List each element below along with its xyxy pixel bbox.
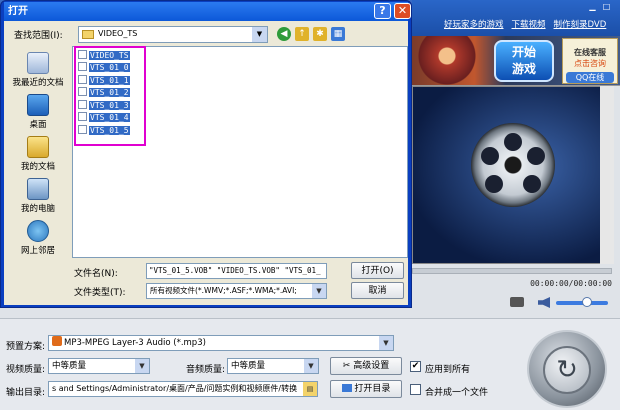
highlight-box	[74, 46, 146, 146]
up-folder-icon[interactable]: ↑	[295, 27, 309, 41]
cancel-button[interactable]: 取消	[351, 282, 404, 299]
video-quality-select[interactable]: 中等质量 ▼	[48, 358, 150, 374]
back-icon[interactable]: ◀	[277, 27, 291, 41]
app-top-links: 好玩家多的游戏 下载视频 制作刻录DVD	[444, 18, 620, 32]
filename-label: 文件名(N):	[74, 269, 118, 279]
online-service-box[interactable]: 在线客服 点击咨询 QQ在线	[562, 38, 618, 84]
my-computer-icon	[27, 178, 49, 200]
preset-value: MP3-MPEG Layer-3 Audio (*.mp3)	[64, 338, 206, 348]
merge-label: 合并成一个文件	[425, 388, 489, 398]
chevron-down-icon[interactable]: ▼	[379, 336, 393, 350]
lookin-label: 查找范围(I):	[14, 31, 63, 41]
chevron-down-icon[interactable]: ▼	[312, 284, 326, 298]
advanced-settings-button[interactable]: ✂ 高级设置	[330, 357, 402, 375]
lookin-select[interactable]: VIDEO_TS ▼	[78, 26, 268, 43]
filetype-value: 所有视频文件(*.WMV;*.ASF;*.WMA;*.AVI;	[150, 286, 297, 295]
chevron-down-icon[interactable]: ▼	[304, 359, 318, 373]
open-button[interactable]: 打开(O)	[351, 262, 404, 279]
volume-slider-knob[interactable]	[582, 297, 592, 307]
tools-icon: ✂	[342, 361, 351, 371]
place-recent[interactable]: 我最近的文档	[6, 52, 70, 88]
qq-online-button[interactable]: QQ在线	[566, 72, 614, 83]
my-documents-icon	[27, 136, 49, 158]
filename-input[interactable]: "VTS_01_5.VOB" "VIDEO_TS.VOB" "VTS_01_	[146, 263, 327, 279]
apply-all-label: 应用到所有	[425, 365, 471, 375]
output-dir-label: 输出目录:	[6, 388, 46, 398]
folder-icon	[341, 384, 352, 392]
place-my-documents[interactable]: 我的文档	[6, 136, 70, 172]
audio-quality-value: 中等质量	[231, 361, 266, 371]
video-preview	[412, 86, 612, 264]
audio-format-icon	[52, 336, 62, 346]
ask-here-label[interactable]: 点击咨询	[563, 58, 617, 69]
desktop-icon	[27, 94, 49, 116]
filetype-select[interactable]: 所有视频文件(*.WMV;*.ASF;*.WMA;*.AVI; ▼	[146, 283, 327, 299]
new-folder-icon[interactable]: ✱	[313, 27, 327, 41]
lookin-value: VIDEO_TS	[98, 29, 138, 38]
preset-select[interactable]: MP3-MPEG Layer-3 Audio (*.mp3) ▼	[48, 335, 394, 351]
output-dir-value: s and Settings/Administrator/桌面/产品/问题实例和…	[52, 384, 298, 393]
timecode: 00:00:00/00:00:00	[530, 279, 612, 288]
video-quality-value: 中等质量	[52, 361, 87, 371]
ad-banner[interactable]: 开始 游戏 在线客服 点击咨询 QQ在线	[412, 36, 620, 86]
preview-side-strip	[600, 86, 614, 264]
recent-documents-icon	[27, 52, 49, 74]
refresh-arrow-icon: ↻	[543, 346, 591, 394]
minimize-icon[interactable]: ▁	[588, 3, 597, 11]
place-my-computer[interactable]: 我的电脑	[6, 178, 70, 214]
preset-label: 预置方案:	[6, 342, 46, 352]
open-directory-button[interactable]: 打开目录	[330, 380, 402, 398]
chevron-down-icon[interactable]: ▼	[252, 27, 267, 42]
player-controls	[412, 295, 612, 311]
volume-icon[interactable]	[538, 297, 550, 308]
folder-icon[interactable]: ▤	[303, 382, 317, 396]
filetype-label: 文件类型(T):	[74, 288, 126, 298]
network-icon	[27, 220, 49, 242]
output-dir-input[interactable]: s and Settings/Administrator/桌面/产品/问题实例和…	[48, 381, 318, 397]
dialog-title: 打开	[4, 2, 408, 21]
seek-bar[interactable]	[412, 268, 612, 274]
snapshot-camera-icon[interactable]	[510, 297, 524, 307]
close-button[interactable]: ✕	[394, 3, 411, 19]
maximize-icon[interactable]: □	[602, 3, 611, 11]
video-quality-label: 视频质量:	[6, 365, 46, 375]
audio-quality-label: 音频质量:	[186, 365, 226, 375]
merge-checkbox[interactable]	[410, 384, 421, 395]
game-character-image	[412, 36, 482, 86]
folder-icon	[82, 30, 94, 39]
place-network[interactable]: 网上邻居	[6, 220, 70, 256]
place-desktop[interactable]: 桌面	[6, 94, 70, 130]
film-reel-icon	[471, 123, 555, 207]
audio-quality-select[interactable]: 中等质量 ▼	[227, 358, 319, 374]
online-service-label: 在线客服	[574, 48, 606, 57]
places-bar: 我最近的文档 桌面 我的文档 我的电脑 网上邻居	[6, 46, 70, 260]
chevron-down-icon[interactable]: ▼	[135, 359, 149, 373]
start-game-button[interactable]: 开始 游戏	[494, 40, 554, 82]
convert-button[interactable]: ↻	[527, 330, 607, 408]
view-menu-icon[interactable]: ▦	[331, 27, 345, 41]
link-popular-games[interactable]: 好玩家多的游戏	[444, 18, 504, 32]
apply-all-checkbox[interactable]: ✔	[410, 361, 421, 372]
link-download-video[interactable]: 下载视频	[512, 18, 546, 32]
help-button[interactable]: ?	[374, 3, 391, 19]
link-make-dvd[interactable]: 制作刻录DVD	[554, 18, 607, 32]
